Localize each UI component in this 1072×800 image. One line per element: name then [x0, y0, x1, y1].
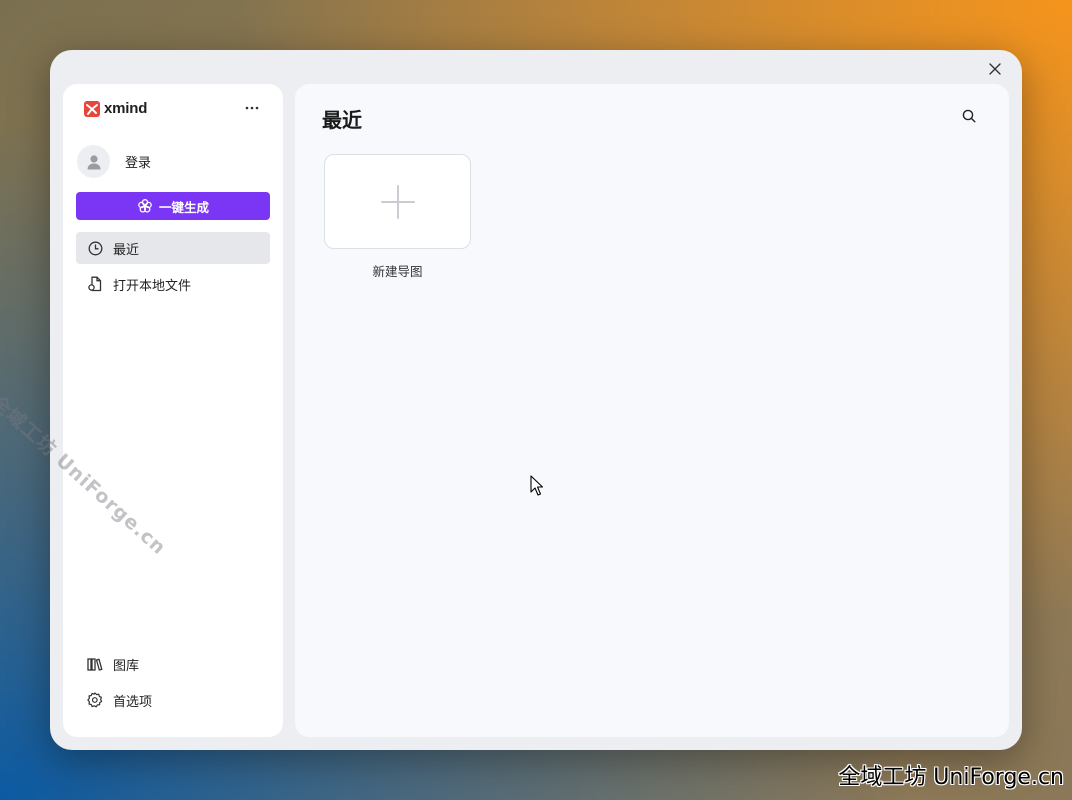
sidebar-item-recent[interactable]: 最近 [76, 232, 270, 264]
sidebar-item-label: 首选项 [113, 694, 153, 710]
close-button[interactable] [984, 58, 1006, 80]
xmind-logo-icon [84, 100, 100, 117]
login-label: 登录 [125, 156, 152, 171]
login-row[interactable]: 登录 [77, 145, 151, 178]
new-map-card[interactable] [324, 154, 471, 249]
sidebar-item-preferences[interactable]: 首选项 [76, 684, 270, 716]
more-horizontal-icon [245, 106, 259, 110]
user-avatar-icon [77, 145, 110, 178]
close-icon [989, 63, 1001, 75]
one-click-generate-button[interactable]: 一键生成 [76, 192, 270, 220]
generate-button-label: 一键生成 [158, 199, 209, 215]
sidebar: xmind 登录 一键生成 最近 打开本地文件 图库 首选项 [63, 84, 283, 737]
brand-name: xmind [104, 100, 148, 117]
page-title: 最近 [322, 108, 362, 132]
plus-icon [380, 184, 415, 219]
search-icon [962, 109, 976, 123]
search-button[interactable] [959, 106, 979, 126]
app-window: xmind 登录 一键生成 最近 打开本地文件 图库 首选项 最近 新建导图 [50, 50, 1022, 750]
sidebar-item-label: 最近 [113, 242, 140, 258]
clock-icon [87, 240, 103, 256]
ai-flower-icon [138, 199, 152, 213]
brand: xmind [84, 100, 147, 117]
gear-icon [87, 692, 103, 708]
sidebar-item-label: 图库 [113, 658, 140, 674]
file-icon [87, 276, 103, 292]
sidebar-item-library[interactable]: 图库 [76, 648, 270, 680]
mouse-cursor-icon [530, 475, 544, 496]
more-options-button[interactable] [241, 98, 263, 118]
sidebar-item-label: 打开本地文件 [113, 278, 192, 294]
watermark-corner: 全域工坊 UniForge.cn [838, 765, 1064, 790]
library-icon [87, 656, 103, 672]
sidebar-item-open-local-file[interactable]: 打开本地文件 [76, 268, 270, 300]
new-map-label: 新建导图 [372, 264, 423, 279]
main-panel: 最近 新建导图 [295, 84, 1009, 737]
